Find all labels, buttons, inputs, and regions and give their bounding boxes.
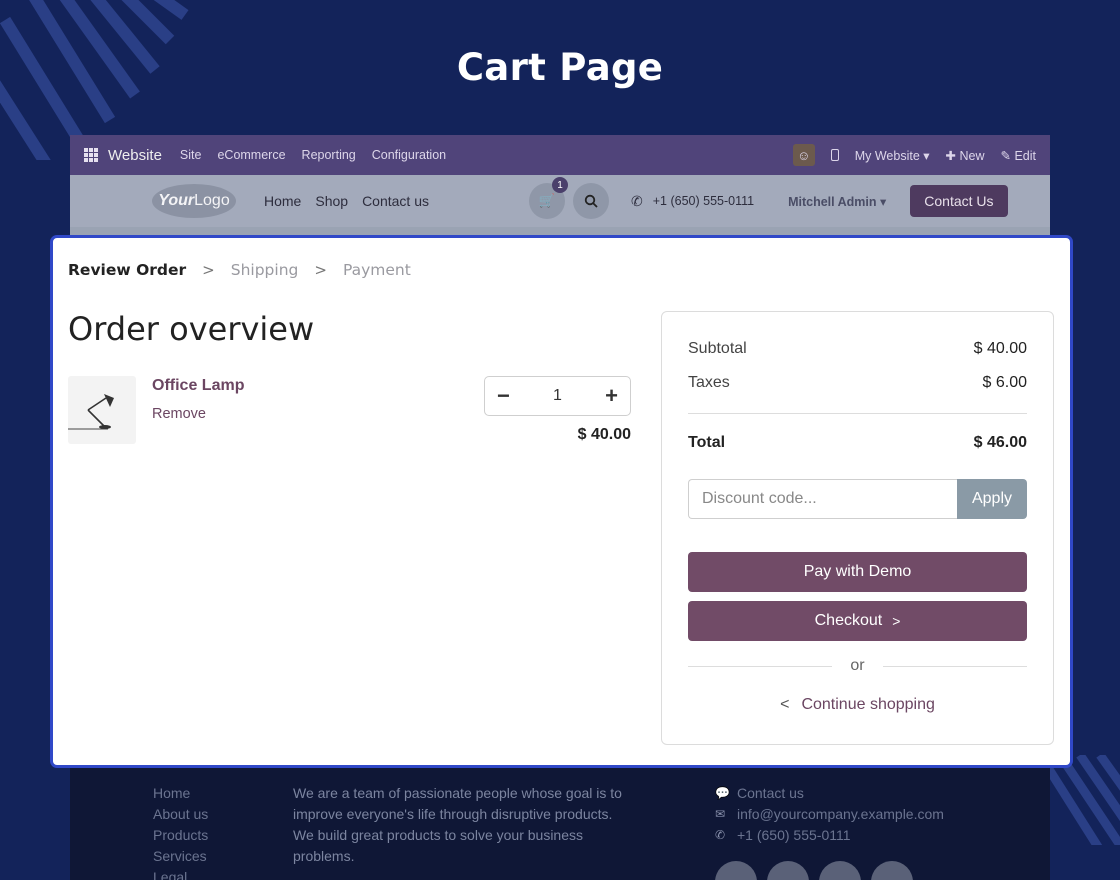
footer-email[interactable]: info@yourcompany.example.com — [737, 804, 944, 825]
remove-item-link[interactable]: Remove — [152, 406, 206, 422]
summary-divider — [688, 413, 1027, 414]
phone-number[interactable]: +1 (650) 555-0111 — [653, 194, 754, 208]
apps-grid-icon[interactable] — [84, 148, 98, 162]
chat-icon: 💬 — [715, 786, 730, 800]
continue-shopping-label: Continue shopping — [801, 696, 935, 713]
nav-contact[interactable]: Contact us — [362, 193, 429, 209]
checkout-steps: Review Order > Shipping > Payment — [68, 261, 411, 279]
product-name-link[interactable]: Office Lamp — [152, 377, 244, 395]
or-text: or — [850, 657, 865, 674]
user-menu[interactable]: Mitchell Admin ▾ — [788, 194, 886, 209]
footer-links: Home About us Products Services Legal — [153, 783, 208, 880]
new-button[interactable]: ✚ New — [946, 148, 985, 163]
order-overview-title: Order overview — [68, 310, 315, 348]
odoo-top-bar: Website Site eCommerce Reporting Configu… — [70, 135, 1050, 175]
site-logo[interactable]: Your Logo — [152, 184, 236, 218]
phone-icon: ✆ — [715, 828, 726, 842]
discount-code-input[interactable] — [688, 479, 957, 519]
facebook-icon[interactable] — [715, 861, 757, 880]
footer-about-text: We are a team of passionate people whose… — [293, 785, 622, 864]
discount-group: Apply — [688, 479, 1027, 519]
taxes-value: $ 6.00 — [982, 374, 1027, 391]
cart-card: Review Order > Shipping > Payment Order … — [50, 235, 1073, 768]
quantity-stepper: − 1 + — [484, 376, 631, 416]
menu-ecommerce[interactable]: eCommerce — [217, 148, 285, 162]
nav-home[interactable]: Home — [264, 193, 301, 209]
avatar[interactable]: ☺ — [792, 144, 815, 166]
edit-button[interactable]: ✎ Edit — [1001, 148, 1037, 163]
footer-link-home[interactable]: Home — [153, 783, 208, 804]
social-links — [715, 861, 913, 880]
linkedin-icon[interactable] — [819, 861, 861, 880]
search-icon — [584, 194, 598, 208]
plus-icon[interactable]: + — [605, 385, 618, 407]
subtotal-label: Subtotal — [688, 340, 747, 357]
total-label: Total — [688, 434, 726, 451]
total-value: $ 46.00 — [973, 434, 1027, 451]
subtotal-row: Subtotal $ 40.00 — [688, 340, 1027, 358]
menu-reporting[interactable]: Reporting — [302, 148, 356, 162]
taxes-label: Taxes — [688, 374, 730, 391]
cart-button[interactable]: 🛒 1 — [529, 177, 568, 219]
step-review-order: Review Order — [68, 261, 187, 279]
chevron-right-icon: > — [892, 613, 901, 629]
line-item-price: $ 40.00 — [577, 426, 631, 443]
taxes-row: Taxes $ 6.00 — [688, 374, 1027, 392]
menu-configuration[interactable]: Configuration — [372, 148, 446, 162]
page-title: Cart Page — [456, 46, 664, 89]
minus-icon[interactable]: − — [497, 385, 510, 407]
apply-button[interactable]: Apply — [957, 479, 1027, 519]
footer-contact-link[interactable]: Contact us — [737, 783, 804, 804]
phone-icon: ✆ — [631, 192, 643, 209]
step-shipping[interactable]: Shipping — [231, 261, 299, 279]
lamp-icon — [68, 394, 114, 430]
nav-shop[interactable]: Shop — [315, 193, 348, 209]
or-divider: or — [688, 657, 1028, 675]
product-image[interactable] — [68, 376, 136, 444]
step-payment[interactable]: Payment — [343, 261, 411, 279]
continue-shopping-link[interactable]: < Continue shopping — [688, 696, 1027, 714]
footer-link-legal[interactable]: Legal — [153, 867, 208, 880]
contact-us-button[interactable]: Contact Us — [910, 185, 1008, 217]
envelope-icon: ✉ — [715, 807, 726, 821]
checkout-label: Checkout — [814, 612, 883, 629]
odoo-brand[interactable]: Website — [108, 147, 162, 164]
decorative-stripes-bottom-right — [1040, 755, 1120, 845]
my-website-dropdown[interactable]: My Website ▾ — [855, 148, 930, 163]
quantity-value[interactable]: 1 — [553, 387, 562, 405]
mobile-preview-icon[interactable] — [830, 149, 839, 161]
footer-link-products[interactable]: Products — [153, 825, 208, 846]
website-navbar: Your Logo Home Shop Contact us 🛒 1 ✆ +1 (… — [70, 175, 1050, 227]
chevron-right-icon: > — [314, 261, 327, 279]
x-icon[interactable] — [767, 861, 809, 880]
cart-icon: 🛒 — [538, 193, 556, 208]
footer-phone[interactable]: +1 (650) 555-0111 — [737, 825, 851, 846]
chevron-left-icon: < — [780, 696, 790, 713]
order-summary: Subtotal $ 40.00 Taxes $ 6.00 Total $ 46… — [661, 311, 1054, 745]
cart-count-badge: 1 — [552, 177, 568, 193]
menu-site[interactable]: Site — [180, 148, 202, 162]
footer-link-services[interactable]: Services — [153, 846, 208, 867]
subtotal-value: $ 40.00 — [973, 340, 1027, 357]
pay-with-demo-button[interactable]: Pay with Demo — [688, 552, 1027, 592]
total-row: Total $ 46.00 — [688, 434, 1027, 452]
pay-with-demo-label: Pay with Demo — [803, 563, 912, 580]
chevron-right-icon: > — [202, 261, 215, 279]
footer-contact: 💬 Contact us ✉ info@yourcompany.example.co… — [715, 783, 944, 846]
site-footer: Home About us Products Services Legal We… — [70, 767, 1050, 880]
footer-link-about[interactable]: About us — [153, 804, 208, 825]
instagram-icon[interactable] — [871, 861, 913, 880]
checkout-button[interactable]: Checkout > — [688, 601, 1027, 641]
search-button[interactable] — [573, 183, 609, 219]
